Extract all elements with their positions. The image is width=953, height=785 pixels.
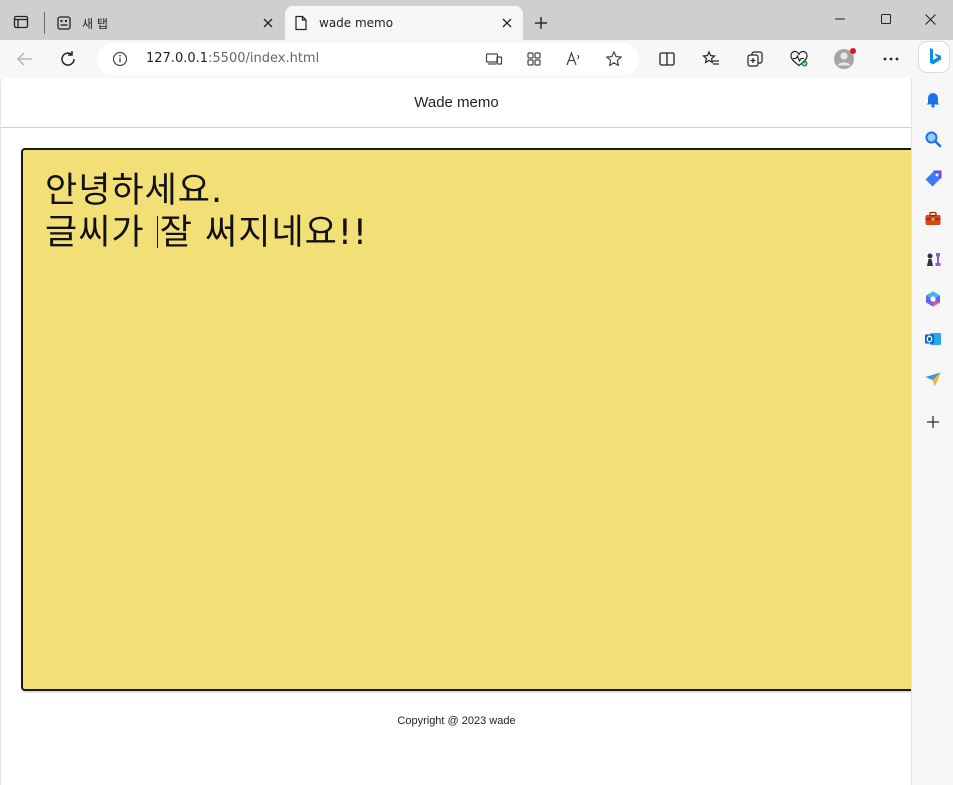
new-tab-button[interactable] <box>529 11 553 35</box>
sidebar-item-drop[interactable] <box>922 368 944 390</box>
back-arrow-icon <box>16 52 32 66</box>
collections-button[interactable] <box>740 44 770 74</box>
tab-title: wade memo <box>319 16 394 30</box>
maximize-icon <box>881 14 891 24</box>
copilot-bing-icon <box>930 48 941 65</box>
settings-more-button[interactable] <box>876 44 906 74</box>
url-host: 127.0.0.1 <box>146 51 209 66</box>
new-tab-favicon-icon <box>56 15 72 31</box>
bell-icon <box>926 93 940 108</box>
tab-new-tab[interactable]: 새 탭 <box>48 6 284 40</box>
minimize-button[interactable] <box>817 6 863 32</box>
memo-textarea[interactable]: 안녕하세요. 글씨가 잘 써지네요!! <box>21 148 911 691</box>
plus-icon <box>535 17 547 29</box>
close-icon <box>924 13 936 25</box>
page-favicon-icon <box>293 15 309 31</box>
tab-title: 새 탭 <box>82 16 108 31</box>
memo-line-1: 안녕하세요. <box>45 171 224 211</box>
refresh-button[interactable] <box>53 44 83 74</box>
sidebar-item-games[interactable] <box>922 248 944 270</box>
memo-content[interactable]: 안녕하세요. 글씨가 잘 써지네요!! <box>45 170 897 254</box>
split-screen-button[interactable] <box>652 44 682 74</box>
sidebar-item-notifications[interactable] <box>922 88 944 110</box>
sidebar-item-microsoft-365[interactable] <box>922 288 944 310</box>
app-available-icon[interactable] <box>484 49 504 69</box>
memo-line-2-end: 잘 써지네요!! <box>159 213 368 253</box>
tab-close-icon[interactable] <box>497 13 517 33</box>
sidebar-item-tools[interactable] <box>922 208 944 230</box>
tab-wade-memo[interactable]: wade memo <box>285 6 523 40</box>
more-horizontal-icon <box>883 57 899 61</box>
chess-pieces-icon <box>927 253 941 266</box>
split-screen-icon <box>659 52 675 66</box>
favorite-star-icon[interactable] <box>604 49 624 69</box>
site-info-icon[interactable] <box>111 50 129 68</box>
collections-icon <box>747 51 763 67</box>
page-viewport: Wade memo 안녕하세요. 글씨가 잘 써지네요!! Copyright … <box>0 78 911 785</box>
page-title: Wade memo <box>414 94 499 111</box>
page-header: Wade memo <box>1 78 911 128</box>
address-bar[interactable]: 127.0.0.1:5500/index.html <box>97 43 639 75</box>
shopping-tag-icon <box>925 170 942 187</box>
close-window-button[interactable] <box>907 6 953 32</box>
avatar-icon <box>834 48 856 69</box>
browser-toolbar: 127.0.0.1:5500/index.html <box>0 40 953 78</box>
tab-strip: 새 탭 wade memo <box>0 0 953 40</box>
minimize-icon <box>835 18 845 20</box>
maximize-button[interactable] <box>863 6 909 32</box>
toolbox-icon <box>925 211 941 225</box>
page-footer: Copyright @ 2023 wade <box>397 715 516 727</box>
tab-actions-icon <box>13 15 29 29</box>
tab-actions-button[interactable] <box>8 9 34 35</box>
browser-essentials-button[interactable] <box>784 44 814 74</box>
url-path: :5500/index.html <box>208 51 320 66</box>
plus-icon <box>927 416 939 428</box>
memo-line-2-start: 글씨가 <box>45 213 157 253</box>
favorites-list-icon <box>702 50 719 65</box>
read-aloud-icon[interactable] <box>564 49 584 69</box>
sidebar-item-outlook[interactable] <box>922 328 944 350</box>
paper-plane-icon <box>925 372 941 386</box>
tab-close-icon[interactable] <box>258 13 278 33</box>
refresh-icon <box>61 51 75 66</box>
heart-pulse-icon <box>790 50 808 67</box>
copilot-button[interactable] <box>919 42 949 72</box>
favorites-button[interactable] <box>696 44 726 74</box>
search-icon <box>925 131 942 148</box>
extensions-grid-icon[interactable] <box>524 49 544 69</box>
profile-button[interactable] <box>830 44 860 74</box>
microsoft-365-icon <box>926 291 940 307</box>
sidebar-item-shopping[interactable] <box>922 168 944 190</box>
back-button[interactable] <box>10 44 40 74</box>
sidebar-add-button[interactable] <box>922 411 944 433</box>
url-text[interactable]: 127.0.0.1:5500/index.html <box>146 51 319 66</box>
text-caret <box>156 216 158 248</box>
outlook-icon <box>925 333 941 345</box>
sidebar-item-search[interactable] <box>922 128 944 150</box>
tab-separator <box>44 12 45 34</box>
browser-window: 새 탭 wade memo 127.0.0.1:5500/index.html … <box>0 0 953 785</box>
